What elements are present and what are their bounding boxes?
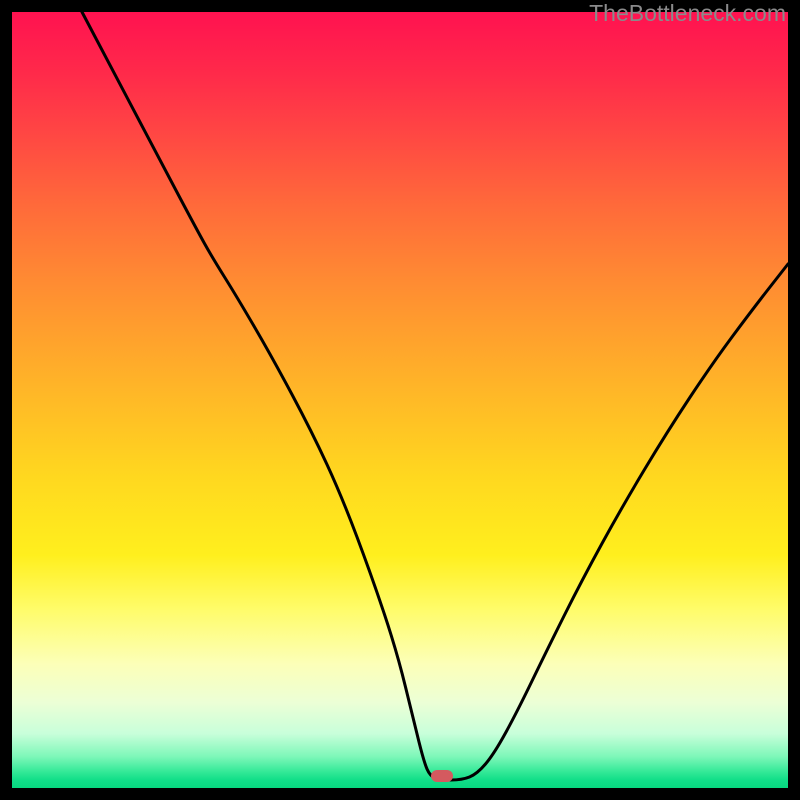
bottleneck-curve bbox=[12, 12, 788, 788]
watermark-text: TheBottleneck.com bbox=[589, 0, 786, 27]
optimum-marker bbox=[431, 770, 453, 782]
plot-area bbox=[12, 12, 788, 788]
chart-container: TheBottleneck.com bbox=[0, 0, 800, 800]
